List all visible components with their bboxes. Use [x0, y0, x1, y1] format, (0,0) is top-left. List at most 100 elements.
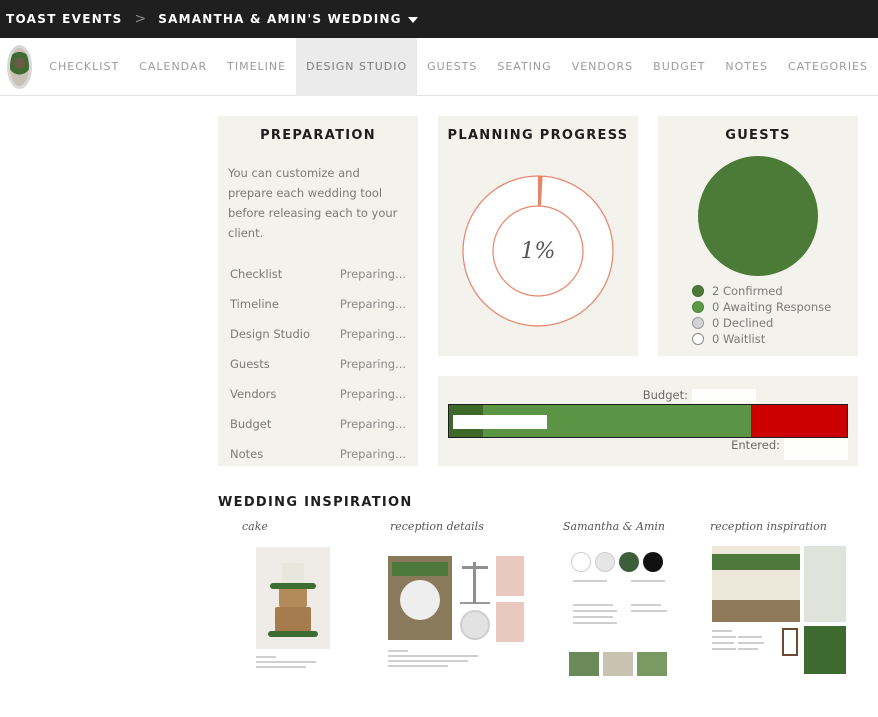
- thumbnail-photo: [569, 652, 599, 676]
- tab-checklist[interactable]: CHECKLIST: [39, 38, 129, 96]
- confirmed-dot-icon: [692, 285, 704, 297]
- tab-calendar[interactable]: CALENDAR: [129, 38, 217, 96]
- table-setting-photo: [388, 556, 452, 640]
- caption-line: [631, 610, 667, 612]
- breadcrumb-separator-icon: >: [134, 11, 147, 27]
- preparation-row-vendors[interactable]: Vendors Preparing...: [218, 379, 418, 409]
- progress-ring: 1%: [462, 175, 614, 327]
- plate-photo: [460, 610, 490, 640]
- caption-line: [256, 656, 276, 658]
- tool-status: Preparing...: [339, 267, 406, 281]
- event-name[interactable]: SAMANTHA & AMIN'S WEDDING: [158, 12, 401, 26]
- thumbnail-photo: [603, 652, 633, 676]
- caption-line: [738, 642, 764, 644]
- reception-photo: [712, 546, 800, 622]
- cake-greenery: [270, 583, 316, 589]
- tool-status: Preparing...: [339, 297, 406, 311]
- thumbnail-photo: [637, 652, 667, 676]
- tool-status: Preparing...: [339, 447, 406, 461]
- preparation-intro: You can customize and prepare each weddi…: [228, 166, 398, 240]
- swatch-white: [571, 552, 591, 572]
- budget-card[interactable]: Budget: Entered:: [438, 376, 858, 466]
- caption-line: [712, 648, 736, 650]
- board-caption: cake: [242, 520, 268, 533]
- preparation-row-notes[interactable]: Notes Preparing...: [218, 439, 418, 469]
- caption-line: [256, 661, 316, 663]
- arch-photo: [804, 546, 846, 622]
- caption-line: [712, 636, 736, 638]
- budget-bar-label-redacted: [453, 415, 547, 429]
- inspiration-board-reception-inspiration[interactable]: reception inspiration: [708, 518, 850, 678]
- preparation-row-design-studio[interactable]: Design Studio Preparing...: [218, 319, 418, 349]
- tool-name: Design Studio: [230, 327, 310, 341]
- tool-status: Preparing...: [339, 327, 406, 341]
- tool-name: Budget: [230, 417, 272, 431]
- planning-progress-card: PLANNING PROGRESS 1%: [438, 116, 638, 356]
- tab-notes[interactable]: NOTES: [715, 38, 778, 96]
- caption-line: [388, 665, 448, 667]
- budget-label: Budget:: [642, 388, 688, 402]
- tab-budget[interactable]: BUDGET: [643, 38, 715, 96]
- budget-amount-redacted: [692, 389, 756, 403]
- board-caption: reception details: [390, 520, 484, 533]
- tool-name: Notes: [230, 447, 264, 461]
- board-caption: reception inspiration: [710, 520, 827, 533]
- greenery-shape: [392, 562, 448, 576]
- waitlist-dot-icon: [692, 333, 704, 345]
- tab-categories[interactable]: CATEGORIES: [778, 38, 878, 96]
- guests-pie-chart: [698, 156, 818, 276]
- legend-declined: 0 Declined: [692, 315, 831, 331]
- chair-photo: [782, 628, 798, 656]
- swatch-light-gray: [595, 552, 615, 572]
- tool-name: Vendors: [230, 387, 277, 401]
- tool-status: Preparing...: [339, 417, 406, 431]
- sign-photo: [496, 602, 524, 642]
- guests-title: GUESTS: [725, 128, 791, 143]
- inspiration-board-palette[interactable]: Samantha & Amin: [561, 518, 679, 678]
- cake-greenery: [268, 631, 318, 637]
- caption-line: [573, 610, 617, 612]
- caption-line: [573, 616, 613, 618]
- inspiration-board-cake[interactable]: cake: [238, 518, 338, 678]
- greenery-photo: [804, 626, 846, 674]
- swatch-green: [619, 552, 639, 572]
- entered-label: Entered:: [731, 438, 780, 452]
- caption-line: [631, 580, 665, 582]
- inspiration-board-reception-details[interactable]: reception details: [386, 518, 526, 678]
- caption-line: [573, 604, 613, 606]
- legend-awaiting: 0 Awaiting Response: [692, 299, 831, 315]
- preparation-card: PREPARATION You can customize and prepar…: [218, 116, 418, 466]
- couple-avatar[interactable]: [7, 44, 33, 89]
- caption-line: [256, 666, 306, 668]
- legend-label: 0 Declined: [712, 316, 774, 330]
- wedding-inspiration-title: WEDDING INSPIRATION: [218, 495, 413, 510]
- declined-dot-icon: [692, 317, 704, 329]
- preparation-row-timeline[interactable]: Timeline Preparing...: [218, 289, 418, 319]
- caption-line: [388, 655, 478, 657]
- cake-tier: [275, 607, 311, 633]
- tab-seating[interactable]: SEATING: [487, 38, 561, 96]
- tab-timeline[interactable]: TIMELINE: [217, 38, 296, 96]
- preparation-row-guests[interactable]: Guests Preparing...: [218, 349, 418, 379]
- board-caption: Samantha & Amin: [563, 520, 665, 533]
- tab-design-studio[interactable]: DESIGN STUDIO: [296, 37, 418, 96]
- preparation-row-checklist[interactable]: Checklist Preparing...: [218, 259, 418, 289]
- legend-label: 0 Waitlist: [712, 332, 766, 346]
- legend-confirmed: 2 Confirmed: [692, 283, 831, 299]
- event-dropdown-caret-icon[interactable]: [407, 16, 418, 23]
- preparation-row-budget[interactable]: Budget Preparing...: [218, 409, 418, 439]
- table-shape: [712, 600, 800, 622]
- tab-vendors[interactable]: VENDORS: [562, 38, 643, 96]
- tool-name: Timeline: [230, 297, 279, 311]
- brand-name[interactable]: TOAST EVENTS: [6, 12, 123, 26]
- tool-name: Checklist: [230, 267, 283, 281]
- tool-status: Preparing...: [339, 387, 406, 401]
- top-bar: TOAST EVENTS > SAMANTHA & AMIN'S WEDDING: [0, 0, 878, 38]
- caption-line: [573, 622, 617, 624]
- preparation-list: Checklist Preparing... Timeline Preparin…: [218, 259, 418, 469]
- guests-legend: 2 Confirmed 0 Awaiting Response 0 Declin…: [692, 283, 831, 347]
- cake-photo: [256, 547, 330, 649]
- caption-line: [712, 642, 734, 644]
- caption-line: [573, 580, 607, 582]
- tab-guests[interactable]: GUESTS: [417, 38, 487, 96]
